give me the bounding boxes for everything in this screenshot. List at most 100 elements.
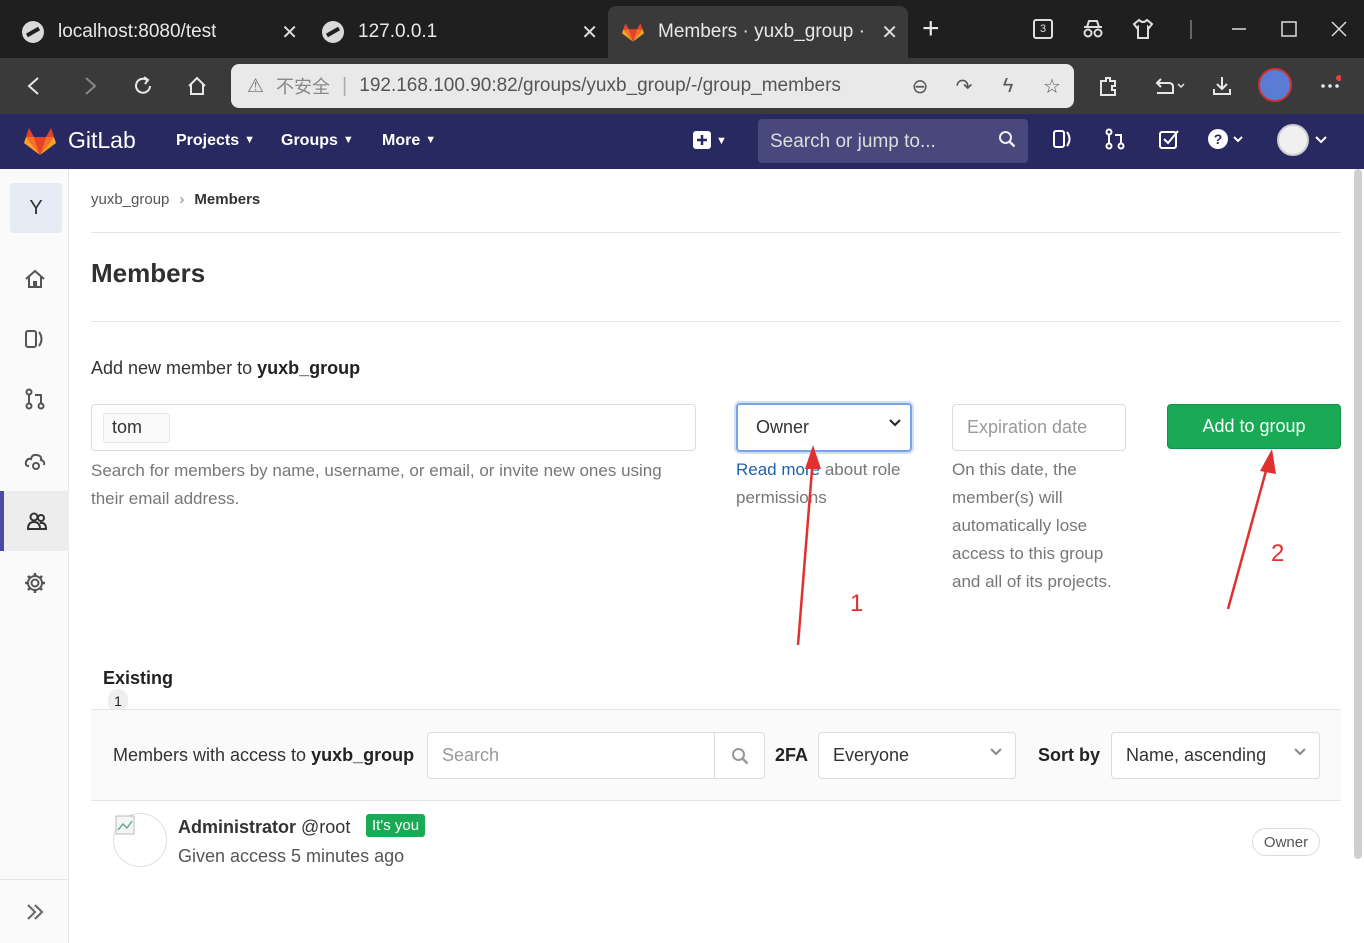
tab-existing-label: Existing — [103, 668, 174, 688]
new-item-button[interactable]: ▼ — [693, 130, 727, 151]
tab-count-icon: 3 — [1033, 19, 1053, 39]
close-tab-icon[interactable]: ✕ — [881, 20, 898, 45]
member-search-help: Search for members by name, username, or… — [91, 461, 662, 508]
url-text[interactable]: 192.168.100.90:82/groups/yuxb_group/-/gr… — [359, 75, 898, 97]
member-search-input[interactable]: tom — [91, 404, 696, 451]
double-chevron-right-icon — [26, 903, 43, 920]
sidebar-item-merge-requests[interactable] — [0, 369, 69, 429]
close-tab-icon[interactable]: ✕ — [581, 20, 598, 45]
new-tab-button[interactable]: + — [922, 14, 940, 44]
twofa-label: 2FA — [775, 745, 809, 765]
chevron-down-icon: ▼ — [425, 134, 437, 146]
gitlab-brand[interactable]: GitLab — [68, 127, 136, 154]
nav-label: Groups — [281, 132, 338, 149]
sort-select[interactable]: Name, ascending — [1111, 732, 1320, 779]
selected-user-token[interactable]: tom — [103, 413, 170, 443]
add-to-group-button[interactable]: Add to group — [1167, 404, 1341, 449]
lightning-icon[interactable]: ϟ — [986, 75, 1030, 98]
incognito-icon[interactable] — [1068, 0, 1118, 58]
browser-tab-127[interactable]: 127.0.0.1 ✕ — [308, 6, 608, 58]
forward-icon[interactable] — [72, 68, 108, 104]
breadcrumb-group-link[interactable]: yuxb_group — [91, 191, 169, 208]
site-favicon-icon — [322, 21, 344, 43]
tab-title: Members · yuxb_group · — [658, 21, 865, 42]
nav-groups[interactable]: Groups ▼ — [281, 132, 354, 150]
main-content: yuxb_group › Members Members Add new membe… — [69, 169, 1364, 943]
group-avatar[interactable]: Y — [10, 183, 62, 233]
insecure-label: 不安全 — [276, 77, 331, 97]
download-icon[interactable] — [1206, 70, 1238, 102]
address-bar[interactable]: ⚠ 不安全 | 192.168.100.90:82/groups/yuxb_gr… — [231, 64, 1074, 108]
search-placeholder: Search or jump to... — [770, 131, 936, 152]
window-close-icon[interactable] — [1314, 0, 1364, 58]
filter-label: Members with access to yuxb_group — [113, 745, 414, 766]
breadcrumb-current[interactable]: Members — [194, 191, 260, 208]
share-icon[interactable]: ↷ — [942, 74, 986, 99]
members-search-placeholder: Search — [442, 745, 500, 765]
sidebar-item-kubernetes[interactable] — [0, 431, 69, 491]
maximize-icon[interactable] — [1264, 0, 1314, 58]
page-scrollbar[interactable] — [1354, 169, 1362, 859]
sort-label: Sort by — [1038, 745, 1101, 765]
browser-tab-members[interactable]: Members · yuxb_group · ✕ — [608, 6, 908, 58]
add-member-prefix: Add new member to — [91, 358, 258, 378]
minimize-icon[interactable] — [1214, 0, 1264, 58]
chevron-down-icon[interactable] — [1314, 130, 1328, 153]
extensions-icon[interactable] — [1092, 70, 1124, 102]
issues-icon[interactable] — [1053, 128, 1073, 156]
sidebar-item-settings[interactable] — [0, 553, 69, 613]
twofa-filter-select[interactable]: Everyone — [818, 732, 1016, 779]
more-menu-icon[interactable] — [1314, 70, 1346, 102]
users-icon — [26, 512, 47, 530]
home-icon — [24, 269, 45, 288]
group-sidebar: Y — [0, 169, 69, 943]
expiration-placeholder: Expiration date — [967, 417, 1088, 437]
member-avatar[interactable] — [113, 813, 167, 867]
merge-request-icon[interactable] — [1105, 128, 1125, 156]
access-level-value: Owner — [756, 417, 810, 437]
gitlab-logo-icon[interactable] — [24, 126, 56, 156]
zoom-out-icon[interactable]: ⊖ — [898, 74, 942, 99]
sidebar-item-members[interactable] — [0, 491, 69, 551]
gear-icon — [24, 573, 45, 593]
gitlab-search-input[interactable]: Search or jump to... — [758, 119, 1028, 163]
expiration-date-input[interactable]: Expiration date — [952, 404, 1126, 451]
home-icon[interactable] — [179, 68, 215, 104]
nav-projects[interactable]: Projects ▼ — [176, 132, 255, 150]
chevron-down-icon — [888, 416, 902, 433]
browser-profile-avatar[interactable] — [1258, 68, 1292, 102]
shirt-icon[interactable] — [1118, 0, 1168, 58]
nav-more[interactable]: More ▼ — [382, 132, 436, 150]
filter-prefix: Members with access to — [113, 745, 312, 765]
tab-actions-button[interactable]: 3 — [1018, 0, 1068, 58]
twofa-value: Everyone — [833, 745, 910, 765]
add-member-group: yuxb_group — [257, 358, 361, 378]
collapse-sidebar-button[interactable] — [0, 879, 69, 943]
user-avatar[interactable] — [1277, 124, 1309, 156]
close-tab-icon[interactable]: ✕ — [281, 20, 298, 45]
member-access-time: Given access 5 minutes ago — [178, 846, 405, 866]
tab-existing[interactable]: Existing1 — [91, 661, 204, 713]
todos-icon[interactable] — [1158, 128, 1180, 156]
browser-tab-localhost[interactable]: localhost:8080/test ✕ — [8, 6, 308, 58]
help-icon[interactable]: ? — [1207, 128, 1249, 156]
member-role-badge: Owner — [1252, 828, 1320, 856]
members-search-input[interactable]: Search — [427, 732, 765, 779]
its-you-badge: It's you — [366, 814, 426, 837]
add-member-heading: Add new member to yuxb_group — [91, 358, 360, 379]
reload-icon[interactable] — [125, 68, 161, 104]
search-button[interactable] — [714, 733, 764, 778]
expiration-help: On this date, the member(s) will automat… — [952, 460, 1112, 591]
annotation-label-1: 1 — [850, 590, 864, 617]
bookmark-star-icon[interactable]: ☆ — [1030, 74, 1074, 99]
member-display-name[interactable]: Administrator — [178, 817, 296, 837]
back-icon[interactable] — [16, 68, 52, 104]
tab-title: localhost:8080/test — [58, 21, 217, 42]
toolbar-divider: | — [1188, 17, 1194, 40]
undo-history-icon[interactable] — [1148, 70, 1188, 102]
annotation-label-2: 2 — [1271, 540, 1285, 567]
warning-icon: ⚠ — [247, 75, 265, 97]
sidebar-item-issues[interactable] — [0, 309, 69, 369]
search-icon — [731, 747, 748, 764]
sidebar-item-overview[interactable] — [0, 249, 69, 309]
